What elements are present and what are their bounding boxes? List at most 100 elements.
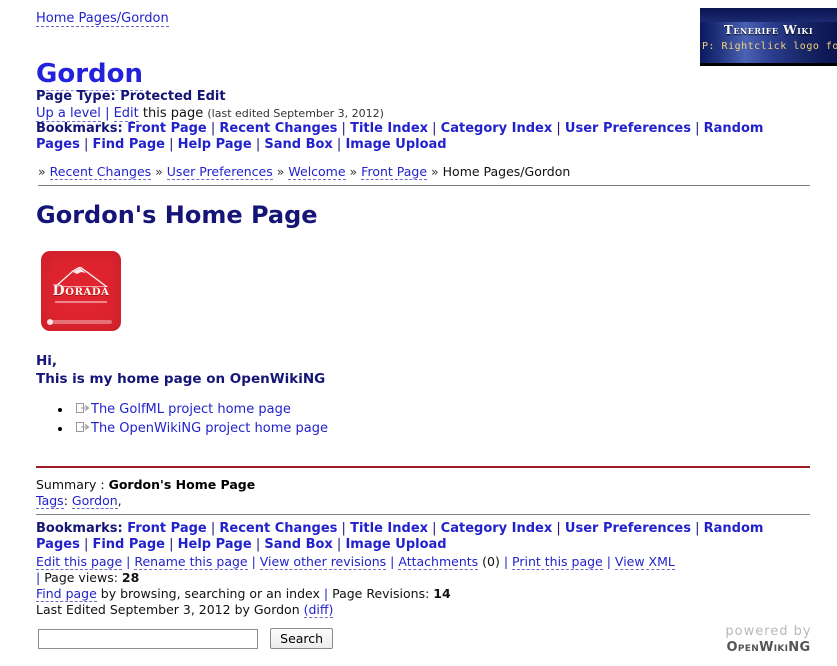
search-input[interactable]: [38, 629, 258, 649]
powered-by-text: powered by: [725, 624, 812, 639]
action-separator: |: [122, 554, 135, 569]
edit-line-separator: |: [105, 106, 110, 121]
action-print-this-page[interactable]: Print this page: [512, 554, 603, 570]
edit-suffix-text: this page: [142, 106, 204, 121]
bookmark-link-title-index[interactable]: Title Index: [350, 121, 428, 136]
bookmark-separator: |: [79, 137, 93, 152]
action-separator: |: [247, 554, 260, 569]
coaster-wordmark: Dorada: [52, 283, 110, 299]
bookmark-link-bottom-title-index[interactable]: Title Index: [350, 521, 428, 536]
bookmark-link-bottom-front-page[interactable]: Front Page: [127, 521, 206, 536]
bookmarks-top-items: Front Page | Recent Changes | Title Inde…: [36, 121, 763, 152]
bookmark-link-user-preferences[interactable]: User Preferences: [565, 121, 691, 136]
last-edited-row: Last Edited September 3, 2012 by Gordon …: [36, 602, 334, 618]
bookmark-separator: |: [690, 521, 704, 536]
bookmark-link-find-page[interactable]: Find Page: [92, 137, 165, 152]
trail-marker: »: [276, 164, 289, 179]
diff-link[interactable]: (diff): [303, 602, 334, 618]
edit-this-page-link[interactable]: Edit: [113, 106, 139, 122]
breadcrumb: » Recent Changes » User Preferences » We…: [38, 164, 810, 186]
tags-trailing-comma: ,: [117, 493, 122, 508]
tags-row: Tags: Gordon,: [36, 493, 122, 509]
bookmark-link-bottom-recent-changes[interactable]: Recent Changes: [219, 521, 337, 536]
page-revisions-value: 14: [433, 586, 451, 601]
find-page-row: Find page by browsing, searching or an i…: [36, 586, 451, 602]
trail-items: » Recent Changes » User Preferences » We…: [38, 164, 570, 180]
trail-link-front-page[interactable]: Front Page: [361, 164, 428, 180]
bookmark-link-recent-changes[interactable]: Recent Changes: [219, 121, 337, 136]
bookmark-link-help-page[interactable]: Help Page: [178, 137, 252, 152]
bookmark-separator: |: [428, 521, 441, 536]
powered-by-watermark: powered by OpenWikiNG: [700, 624, 837, 656]
project-link-2[interactable]: The OpenWikiNG project home page: [91, 421, 328, 436]
action-view-xml[interactable]: View XML: [614, 554, 675, 570]
page-views-label: Page views:: [44, 570, 122, 585]
bookmark-link-bottom-user-preferences[interactable]: User Preferences: [565, 521, 691, 536]
bookmark-link-image-upload[interactable]: Image Upload: [345, 137, 446, 152]
logo-tip-text: P: Rightclick logo for men: [702, 41, 837, 52]
bookmark-separator: |: [690, 121, 704, 136]
bookmark-separator: |: [164, 137, 178, 152]
find-row-separator: |: [323, 586, 329, 601]
page-revisions-label: Page Revisions:: [332, 586, 430, 601]
external-link-icon: [76, 422, 89, 432]
bookmark-separator: |: [206, 121, 220, 136]
openwiking-wordmark: OpenWikiNG: [726, 640, 811, 655]
page-type-label: Page Type: Protected Edit: [36, 89, 226, 104]
bookmark-separator: |: [552, 121, 565, 136]
action-view-other-revisions[interactable]: View other revisions: [259, 554, 387, 570]
bookmark-separator: |: [332, 137, 346, 152]
action-attachments[interactable]: Attachments: [398, 554, 479, 570]
bookmark-link-bottom-help-page[interactable]: Help Page: [178, 537, 252, 552]
dorada-coaster-image[interactable]: Dorada: [41, 251, 121, 331]
find-page-link[interactable]: Find page: [36, 586, 97, 602]
coaster-rule: [55, 301, 107, 303]
logo-top-band: [700, 8, 837, 22]
tags-colon: :: [63, 493, 68, 508]
trail-marker: »: [431, 164, 443, 179]
bookmarks-bottom-items: Front Page | Recent Changes | Title Inde…: [36, 521, 763, 552]
bookmark-link-sand-box[interactable]: Sand Box: [264, 137, 332, 152]
bookmark-separator: |: [251, 537, 265, 552]
up-a-level-link[interactable]: Up a level: [36, 106, 101, 122]
list-item: The GolfML project home page: [72, 400, 328, 419]
footer-red-divider: [36, 466, 810, 468]
stats-separator: |: [36, 570, 45, 585]
last-edited-meta: (last edited September 3, 2012): [207, 107, 384, 120]
logo-title: Tenerife Wiki: [723, 23, 814, 37]
action-edit-this-page[interactable]: Edit this page: [36, 554, 123, 570]
bookmarks-label: Bookmarks:: [36, 121, 123, 136]
bookmarks-bar-bottom: Bookmarks: Front Page | Recent Changes |…: [36, 521, 798, 553]
bookmark-separator: |: [206, 521, 220, 536]
coaster-fineprint: [50, 320, 112, 324]
tags-label[interactable]: Tags: [36, 493, 64, 509]
trail-marker: »: [155, 164, 167, 179]
bookmark-link-category-index[interactable]: Category Index: [441, 121, 553, 136]
attachments-count: (0): [478, 554, 500, 569]
bookmark-link-bottom-category-index[interactable]: Category Index: [441, 521, 553, 536]
bookmarks-bar-top: Bookmarks: Front Page | Recent Changes |…: [36, 121, 796, 153]
bookmark-link-bottom-find-page[interactable]: Find Page: [92, 537, 165, 552]
tag-link-gordon[interactable]: Gordon: [71, 493, 118, 509]
bookmark-link-bottom-image-upload[interactable]: Image Upload: [345, 537, 446, 552]
external-link-icon: [76, 403, 89, 413]
top-breadcrumb[interactable]: Home Pages/Gordon: [36, 11, 169, 27]
bookmark-link-bottom-sand-box[interactable]: Sand Box: [264, 537, 332, 552]
top-breadcrumb-link[interactable]: Home Pages/Gordon: [36, 11, 169, 27]
greeting-line-2: This is my home page on OpenWikiNG: [36, 371, 326, 387]
bookmark-link-front-page[interactable]: Front Page: [127, 121, 206, 136]
project-link-1[interactable]: The GolfML project home page: [91, 402, 291, 417]
summary-value: Gordon's Home Page: [108, 477, 256, 492]
trail-link-welcome[interactable]: Welcome: [288, 164, 346, 180]
bookmark-separator: |: [332, 537, 346, 552]
trail-marker: »: [349, 164, 362, 179]
site-logo[interactable]: Tenerife Wiki P: Rightclick logo for men: [700, 8, 837, 66]
bookmark-separator: |: [337, 521, 351, 536]
search-button[interactable]: Search: [270, 628, 334, 649]
page-views-value: 28: [121, 570, 140, 585]
trail-link-recent-changes[interactable]: Recent Changes: [49, 164, 152, 180]
action-rename-this-page[interactable]: Rename this page: [134, 554, 248, 570]
trail-current: Home Pages/Gordon: [442, 164, 571, 179]
search-form: Search: [38, 628, 334, 649]
trail-link-user-preferences[interactable]: User Preferences: [166, 164, 273, 180]
